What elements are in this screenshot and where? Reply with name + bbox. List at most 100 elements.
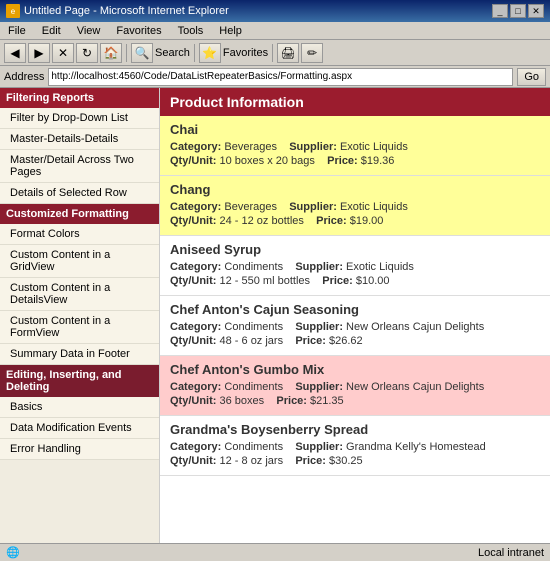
qty-label: Qty/Unit:	[170, 215, 216, 227]
product-name: Chef Anton's Gumbo Mix	[170, 362, 540, 377]
price-label: Price:	[327, 155, 358, 167]
sidebar-item-format-colors[interactable]: Format Colors	[0, 224, 159, 245]
price-label: Price:	[276, 395, 307, 407]
status-text: Local intranet	[478, 547, 544, 559]
sidebar-item-data-modification[interactable]: Data Modification Events	[0, 418, 159, 439]
sidebar-section-customized[interactable]: Customized Formatting	[0, 204, 159, 224]
search-button[interactable]: 🔍	[131, 43, 153, 63]
sidebar: Filtering Reports Filter by Drop-Down Li…	[0, 88, 160, 543]
category-label: Category:	[170, 141, 221, 153]
product-name: Chai	[170, 122, 540, 137]
content-area: Product Information Chai Category: Bever…	[160, 88, 550, 543]
main-area: Filtering Reports Filter by Drop-Down Li…	[0, 88, 550, 543]
price-label: Price:	[295, 335, 326, 347]
qty-label: Qty/Unit:	[170, 155, 216, 167]
status-icon: 🌐	[6, 546, 20, 559]
separator-1	[126, 44, 127, 62]
sidebar-item-basics[interactable]: Basics	[0, 397, 159, 418]
product-qty-price: Qty/Unit: 36 boxes Price: $21.35	[170, 395, 540, 407]
sidebar-item-filter-dropdown[interactable]: Filter by Drop-Down List	[0, 108, 159, 129]
go-button[interactable]: Go	[517, 68, 546, 86]
address-bar: Address Go	[0, 66, 550, 88]
product-name: Chang	[170, 182, 540, 197]
product-category-supplier: Category: Condiments Supplier: New Orlea…	[170, 381, 540, 393]
supplier-label: Supplier:	[289, 201, 337, 213]
products-list: Chai Category: Beverages Supplier: Exoti…	[160, 116, 550, 476]
product-item: Chang Category: Beverages Supplier: Exot…	[160, 176, 550, 236]
supplier-label: Supplier:	[295, 441, 343, 453]
supplier-label: Supplier:	[289, 141, 337, 153]
back-button[interactable]: ◀	[4, 43, 26, 63]
sidebar-item-custom-formview[interactable]: Custom Content in a FormView	[0, 311, 159, 344]
close-button[interactable]: ✕	[528, 4, 544, 18]
category-label: Category:	[170, 441, 221, 453]
stop-button[interactable]: ✕	[52, 43, 74, 63]
menu-tools[interactable]: Tools	[174, 24, 208, 38]
category-label: Category:	[170, 321, 221, 333]
supplier-label: Supplier:	[295, 381, 343, 393]
refresh-button[interactable]: ↻	[76, 43, 98, 63]
product-category-supplier: Category: Condiments Supplier: Grandma K…	[170, 441, 540, 453]
price-label: Price:	[322, 275, 353, 287]
menu-edit[interactable]: Edit	[38, 24, 65, 38]
menu-favorites[interactable]: Favorites	[112, 24, 165, 38]
product-item: Chef Anton's Cajun Seasoning Category: C…	[160, 296, 550, 356]
category-label: Category:	[170, 261, 221, 273]
maximize-button[interactable]: □	[510, 4, 526, 18]
product-name: Grandma's Boysenberry Spread	[170, 422, 540, 437]
sidebar-item-master-details-details[interactable]: Master-Details-Details	[0, 129, 159, 150]
sidebar-section-editing[interactable]: Editing, Inserting, and Deleting	[0, 365, 159, 397]
product-qty-price: Qty/Unit: 10 boxes x 20 bags Price: $19.…	[170, 155, 540, 167]
sidebar-item-custom-gridview[interactable]: Custom Content in a GridView	[0, 245, 159, 278]
title-bar: e Untitled Page - Microsoft Internet Exp…	[0, 0, 550, 22]
sidebar-item-error-handling[interactable]: Error Handling	[0, 439, 159, 460]
product-item: Chai Category: Beverages Supplier: Exoti…	[160, 116, 550, 176]
menu-bar: File Edit View Favorites Tools Help	[0, 22, 550, 40]
toolbar: ◀ ▶ ✕ ↻ 🏠 🔍 Search ⭐ Favorites 🖨 ✏	[0, 40, 550, 66]
qty-label: Qty/Unit:	[170, 395, 216, 407]
product-qty-price: Qty/Unit: 48 - 6 oz jars Price: $26.62	[170, 335, 540, 347]
qty-label: Qty/Unit:	[170, 455, 216, 467]
sidebar-item-master-detail-two-pages[interactable]: Master/Detail Across Two Pages	[0, 150, 159, 183]
favorites-label: Favorites	[223, 47, 268, 59]
app-icon: e	[6, 4, 20, 18]
home-button[interactable]: 🏠	[100, 43, 122, 63]
menu-file[interactable]: File	[4, 24, 30, 38]
qty-label: Qty/Unit:	[170, 275, 216, 287]
product-category-supplier: Category: Beverages Supplier: Exotic Liq…	[170, 141, 540, 153]
sidebar-section-filtering[interactable]: Filtering Reports	[0, 88, 159, 108]
product-category-supplier: Category: Condiments Supplier: New Orlea…	[170, 321, 540, 333]
print-button[interactable]: 🖨	[277, 43, 299, 63]
product-category-supplier: Category: Condiments Supplier: Exotic Li…	[170, 261, 540, 273]
price-label: Price:	[295, 455, 326, 467]
separator-2	[194, 44, 195, 62]
supplier-label: Supplier:	[295, 321, 343, 333]
product-name: Chef Anton's Cajun Seasoning	[170, 302, 540, 317]
search-label: Search	[155, 47, 190, 59]
sidebar-item-details-selected-row[interactable]: Details of Selected Row	[0, 183, 159, 204]
separator-3	[272, 44, 273, 62]
category-label: Category:	[170, 201, 221, 213]
product-item: Aniseed Syrup Category: Condiments Suppl…	[160, 236, 550, 296]
product-category-supplier: Category: Beverages Supplier: Exotic Liq…	[170, 201, 540, 213]
category-label: Category:	[170, 381, 221, 393]
address-input[interactable]	[48, 68, 513, 86]
product-qty-price: Qty/Unit: 24 - 12 oz bottles Price: $19.…	[170, 215, 540, 227]
product-qty-price: Qty/Unit: 12 - 8 oz jars Price: $30.25	[170, 455, 540, 467]
product-qty-price: Qty/Unit: 12 - 550 ml bottles Price: $10…	[170, 275, 540, 287]
sidebar-item-custom-detailsview[interactable]: Custom Content in a DetailsView	[0, 278, 159, 311]
favorites-button[interactable]: ⭐	[199, 43, 221, 63]
supplier-label: Supplier:	[295, 261, 343, 273]
qty-label: Qty/Unit:	[170, 335, 216, 347]
product-item: Chef Anton's Gumbo Mix Category: Condime…	[160, 356, 550, 416]
edit-button[interactable]: ✏	[301, 43, 323, 63]
menu-help[interactable]: Help	[215, 24, 246, 38]
forward-button[interactable]: ▶	[28, 43, 50, 63]
minimize-button[interactable]: _	[492, 4, 508, 18]
menu-view[interactable]: View	[73, 24, 105, 38]
title-bar-buttons[interactable]: _ □ ✕	[492, 4, 544, 18]
product-name: Aniseed Syrup	[170, 242, 540, 257]
window-title: Untitled Page - Microsoft Internet Explo…	[24, 5, 229, 17]
price-label: Price:	[316, 215, 347, 227]
sidebar-item-summary-data-footer[interactable]: Summary Data in Footer	[0, 344, 159, 365]
